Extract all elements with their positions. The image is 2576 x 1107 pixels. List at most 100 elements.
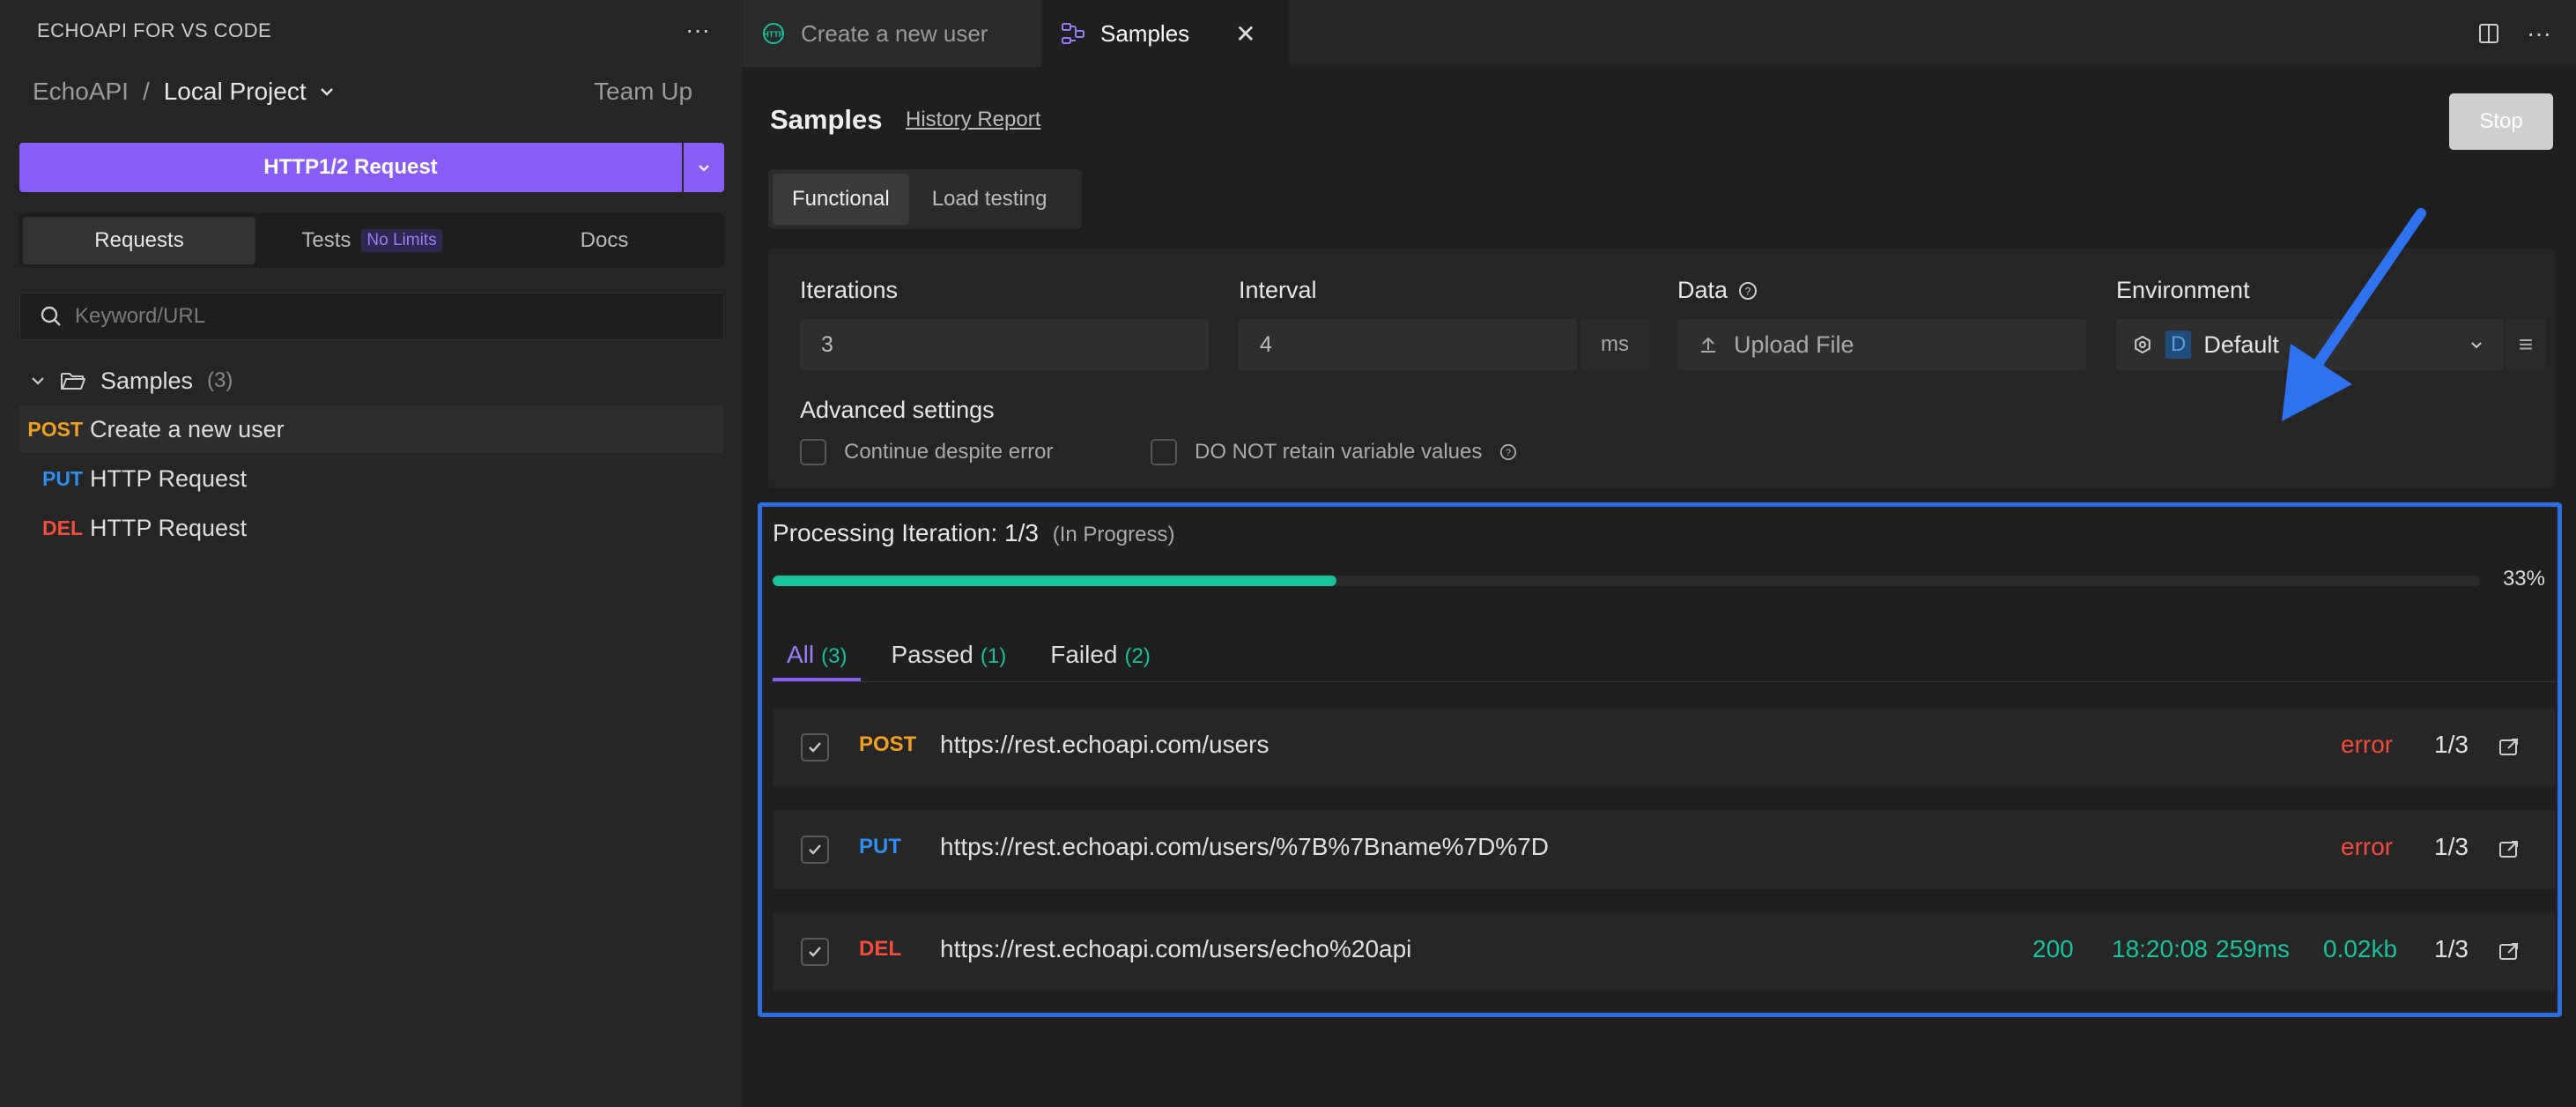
- row-checkbox[interactable]: [801, 836, 829, 864]
- upload-icon: [1701, 337, 1715, 353]
- method-badge: PUT: [42, 466, 83, 490]
- tab-requests[interactable]: Requests: [23, 217, 255, 264]
- filter-count: (1): [980, 644, 1007, 668]
- retain-variables-checkbox[interactable]: DO NOT retain variable values ?: [1151, 439, 1517, 465]
- progress-state: (In Progress): [1052, 523, 1175, 546]
- open-detail-icon[interactable]: [2498, 838, 2520, 861]
- split-editor-icon[interactable]: [2477, 22, 2500, 45]
- open-detail-icon[interactable]: [2498, 940, 2520, 963]
- tab-samples[interactable]: Samples ✕: [1042, 0, 1289, 67]
- tab-tests[interactable]: Tests No Limits: [255, 217, 488, 264]
- tab-functional[interactable]: Functional: [773, 174, 909, 225]
- breadcrumb-root[interactable]: EchoAPI: [33, 78, 129, 106]
- result-row[interactable]: PUT https://rest.echoapi.com/users/%7B%7…: [773, 810, 2556, 889]
- data-label-group: Data ?: [1677, 277, 1758, 304]
- tab-docs-label: Docs: [580, 228, 629, 252]
- request-url: https://rest.echoapi.com/users/echo%20ap…: [940, 935, 1412, 962]
- processing-status: Processing Iteration: 1/3 (In Progress): [773, 519, 1174, 547]
- open-detail-icon[interactable]: [2498, 736, 2520, 759]
- tab-load-testing[interactable]: Load testing: [913, 174, 1067, 225]
- result-filter-tabs: All (3) Passed (1) Failed (2): [773, 634, 1181, 681]
- results-panel: Processing Iteration: 1/3 (In Progress) …: [758, 502, 2562, 1017]
- request-dropdown-button[interactable]: [684, 143, 724, 192]
- chevron-down-icon[interactable]: [317, 82, 337, 101]
- team-up-button[interactable]: Team Up: [594, 78, 692, 106]
- tab-docs[interactable]: Docs: [488, 217, 721, 264]
- tab-requests-label: Requests: [94, 228, 184, 252]
- sidebar-title: ECHOAPI FOR VS CODE: [37, 19, 272, 41]
- history-report-link[interactable]: History Report: [906, 108, 1040, 132]
- folder-count: (3): [207, 368, 233, 392]
- svg-text:?: ?: [1745, 285, 1751, 297]
- row-checkbox[interactable]: [801, 733, 829, 762]
- iterations-input[interactable]: 3: [800, 319, 1209, 370]
- tree-item-put-request[interactable]: PUT HTTP Request: [19, 455, 724, 502]
- search-input[interactable]: [73, 303, 690, 330]
- retain-label: DO NOT retain variable values: [1195, 440, 1483, 464]
- progress-bar: [773, 576, 2480, 586]
- environment-menu-icon[interactable]: ≡: [2506, 319, 2546, 370]
- tab-tests-label: Tests: [301, 228, 352, 252]
- result-row[interactable]: POST https://rest.echoapi.com/users erro…: [773, 708, 2556, 787]
- response-size: 0.02kb: [2323, 935, 2398, 962]
- tree-item-del-request[interactable]: DEL HTTP Request: [19, 504, 724, 552]
- stop-button[interactable]: Stop: [2449, 93, 2553, 150]
- more-icon[interactable]: ···: [685, 16, 710, 44]
- sidebar-tabs: Requests Tests No Limits Docs: [19, 213, 724, 268]
- search-box: [19, 293, 724, 340]
- page-title: Samples: [770, 104, 883, 135]
- upload-label: Upload File: [1734, 331, 1854, 358]
- svg-text:?: ?: [1506, 448, 1511, 458]
- continue-on-error-checkbox[interactable]: Continue despite error: [800, 439, 1053, 465]
- no-limits-badge: No Limits: [361, 229, 442, 252]
- request-url: https://rest.echoapi.com/users: [940, 731, 1269, 758]
- filter-count: (3): [821, 644, 848, 668]
- help-icon[interactable]: ?: [1499, 443, 1517, 461]
- iterations-label: Iterations: [800, 277, 899, 303]
- more-actions-icon[interactable]: ···: [2527, 19, 2551, 48]
- samples-icon: [1062, 23, 1084, 44]
- advanced-settings-label: Advanced settings: [800, 397, 995, 423]
- filter-count: (2): [1124, 644, 1151, 668]
- breadcrumb-project[interactable]: Local Project: [164, 78, 307, 106]
- filter-all[interactable]: All (3): [773, 634, 862, 681]
- row-checkbox[interactable]: [801, 938, 829, 966]
- new-request-button[interactable]: HTTP1/2 Request: [19, 143, 682, 192]
- upload-file-button[interactable]: Upload File: [1677, 319, 2086, 370]
- interval-input[interactable]: 4: [1239, 319, 1577, 370]
- tree-item-create-user[interactable]: POST Create a new user: [19, 405, 724, 453]
- breadcrumb-separator: /: [142, 78, 150, 105]
- check-icon: [809, 947, 821, 957]
- response-time-stamp: 18:20:08: [2112, 935, 2208, 962]
- status-text: error: [2341, 731, 2394, 758]
- mode-switch: Functional Load testing: [768, 169, 1082, 229]
- tree-item-label: HTTP Request: [90, 464, 248, 492]
- editor-actions: ···: [2477, 19, 2551, 48]
- iteration-text: 1/3: [2434, 935, 2469, 962]
- chevron-down-icon: [32, 377, 44, 385]
- help-icon[interactable]: ?: [1738, 281, 1758, 301]
- progress-percent: 33%: [2502, 567, 2545, 591]
- folder-open-icon: [61, 373, 85, 390]
- method-badge: POST: [27, 417, 83, 441]
- folder-name: Samples: [100, 367, 194, 394]
- check-icon: [809, 742, 821, 753]
- method-badge: PUT: [859, 835, 901, 858]
- chevron-down-icon: [2471, 342, 2482, 349]
- result-row[interactable]: DEL https://rest.echoapi.com/users/echo%…: [773, 912, 2556, 992]
- tree-item-label: HTTP Request: [90, 514, 248, 541]
- folder-samples[interactable]: Samples (3): [30, 363, 233, 398]
- filter-label: Failed: [1050, 641, 1118, 668]
- response-duration: 259ms: [2216, 935, 2291, 962]
- filter-failed[interactable]: Failed (2): [1036, 634, 1165, 681]
- close-icon[interactable]: ✕: [1235, 19, 1255, 48]
- sidebar: ECHOAPI FOR VS CODE ··· EchoAPI / Local …: [0, 0, 742, 1107]
- data-label: Data: [1677, 277, 1728, 303]
- method-badge: POST: [859, 732, 917, 756]
- divider: [773, 681, 2556, 682]
- filter-passed[interactable]: Passed (1): [877, 634, 1020, 681]
- tab-create-user[interactable]: HTTP Create a new user: [743, 0, 1040, 67]
- interval-label: Interval: [1239, 277, 1317, 303]
- filter-label: All: [787, 641, 815, 668]
- tab-label: Samples: [1100, 19, 1190, 47]
